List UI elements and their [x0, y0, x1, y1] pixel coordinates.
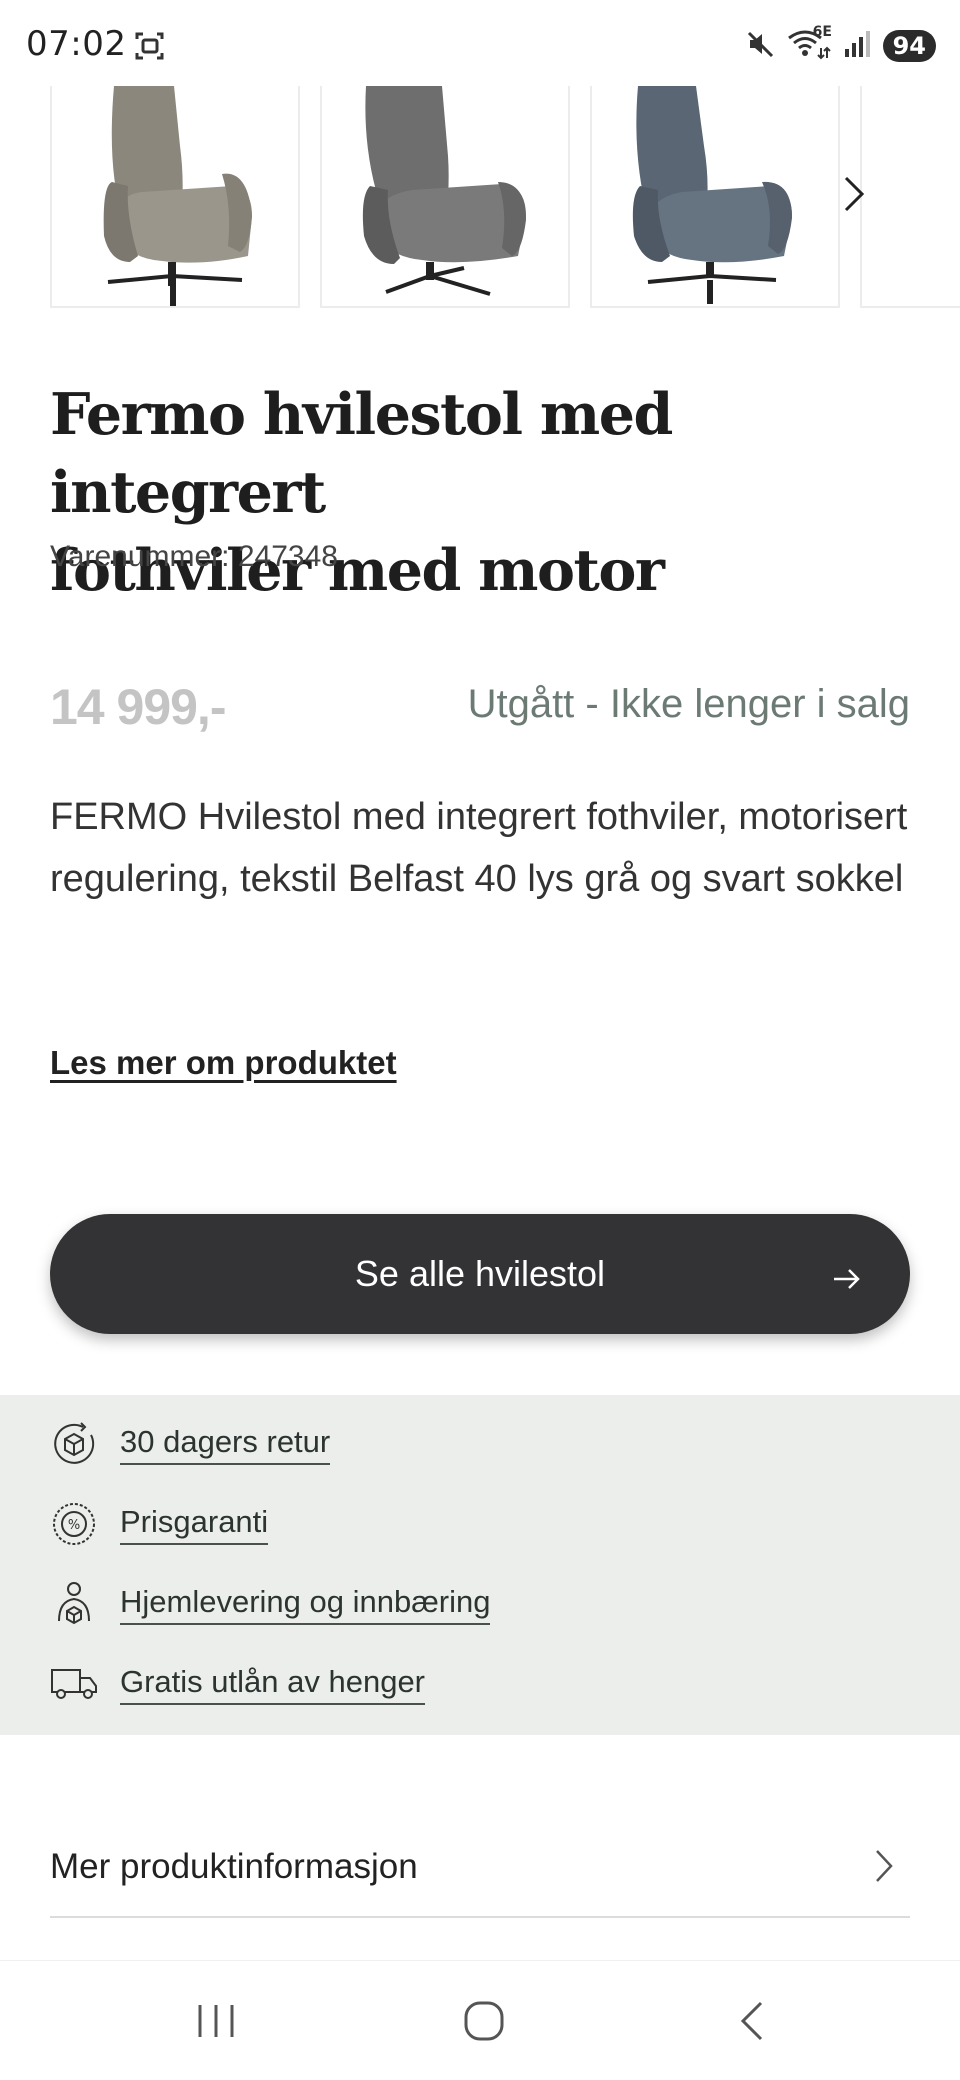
- usp-price-guarantee[interactable]: % Prisgaranti: [50, 1494, 269, 1554]
- usp-label: 30 dagers retur: [120, 1424, 331, 1465]
- usp-home-delivery[interactable]: Hjemlevering og innbæring: [50, 1574, 491, 1634]
- more-info-label: Mer produktinformasjon: [50, 1847, 418, 1886]
- network-label: 6E: [812, 23, 832, 40]
- carousel-thumbnail[interactable]: [320, 86, 570, 308]
- system-nav-bar: [0, 1960, 960, 2080]
- price-guarantee-icon: %: [50, 1500, 98, 1548]
- chevron-right-icon[interactable]: [834, 166, 874, 222]
- arrow-right-icon: [832, 1258, 862, 1300]
- sku: Varenummer: 247348: [50, 540, 338, 574]
- delivery-person-icon: [50, 1580, 98, 1628]
- sku-value: 247348: [237, 540, 338, 573]
- more-product-info-row[interactable]: Mer produktinformasjon: [50, 1818, 910, 1918]
- product-description: FERMO Hvilestol med integrert fothviler,…: [50, 796, 908, 900]
- usp-free-trailer[interactable]: Gratis utlån av henger: [50, 1654, 426, 1714]
- svg-text:%: %: [68, 1518, 80, 1533]
- chair-image: [103, 86, 252, 306]
- status-bar: 07:02 6E 94: [0, 0, 960, 86]
- chair-image: [632, 86, 792, 304]
- carousel-thumbnail[interactable]: [50, 86, 300, 308]
- chair-image: [362, 86, 526, 296]
- product-title-line: Fermo hvilestol med integrert: [50, 381, 673, 526]
- signal-icon: [843, 29, 871, 64]
- status-icons: 6E 94: [745, 24, 936, 66]
- product-image-carousel[interactable]: [0, 86, 960, 308]
- carousel-thumbnail[interactable]: [860, 86, 960, 308]
- usp-return[interactable]: 30 dagers retur: [50, 1414, 331, 1474]
- usp-label: Prisgaranti: [120, 1504, 269, 1545]
- screenshot-icon: [134, 30, 166, 62]
- return-box-icon: [50, 1420, 98, 1468]
- read-more-link[interactable]: Les mer om produktet: [50, 1044, 397, 1082]
- carousel-thumbnail[interactable]: [590, 86, 840, 308]
- chevron-right-icon: [874, 1848, 894, 1889]
- back-icon[interactable]: [712, 1991, 792, 2051]
- product-title: Fermo hvilestol med integrert fothviler …: [50, 376, 930, 610]
- see-all-recliners-button[interactable]: Se alle hvilestol: [50, 1214, 910, 1334]
- availability-status: Utgått - Ikke lenger i salg: [467, 682, 910, 726]
- usp-label: Hjemlevering og innbæring: [120, 1584, 491, 1625]
- recent-apps-icon[interactable]: [176, 1991, 256, 2051]
- usp-label: Gratis utlån av henger: [120, 1664, 426, 1705]
- battery-icon: 94: [882, 30, 936, 62]
- mute-icon: [745, 29, 775, 64]
- price: 14 999,-: [50, 679, 226, 735]
- home-icon[interactable]: [444, 1991, 524, 2051]
- cta-label: Se alle hvilestol: [354, 1253, 606, 1294]
- truck-icon: [50, 1660, 98, 1708]
- sku-label: Varenummer:: [50, 540, 230, 573]
- wifi-icon: 6E: [787, 24, 832, 65]
- status-time: 07:02: [26, 24, 127, 64]
